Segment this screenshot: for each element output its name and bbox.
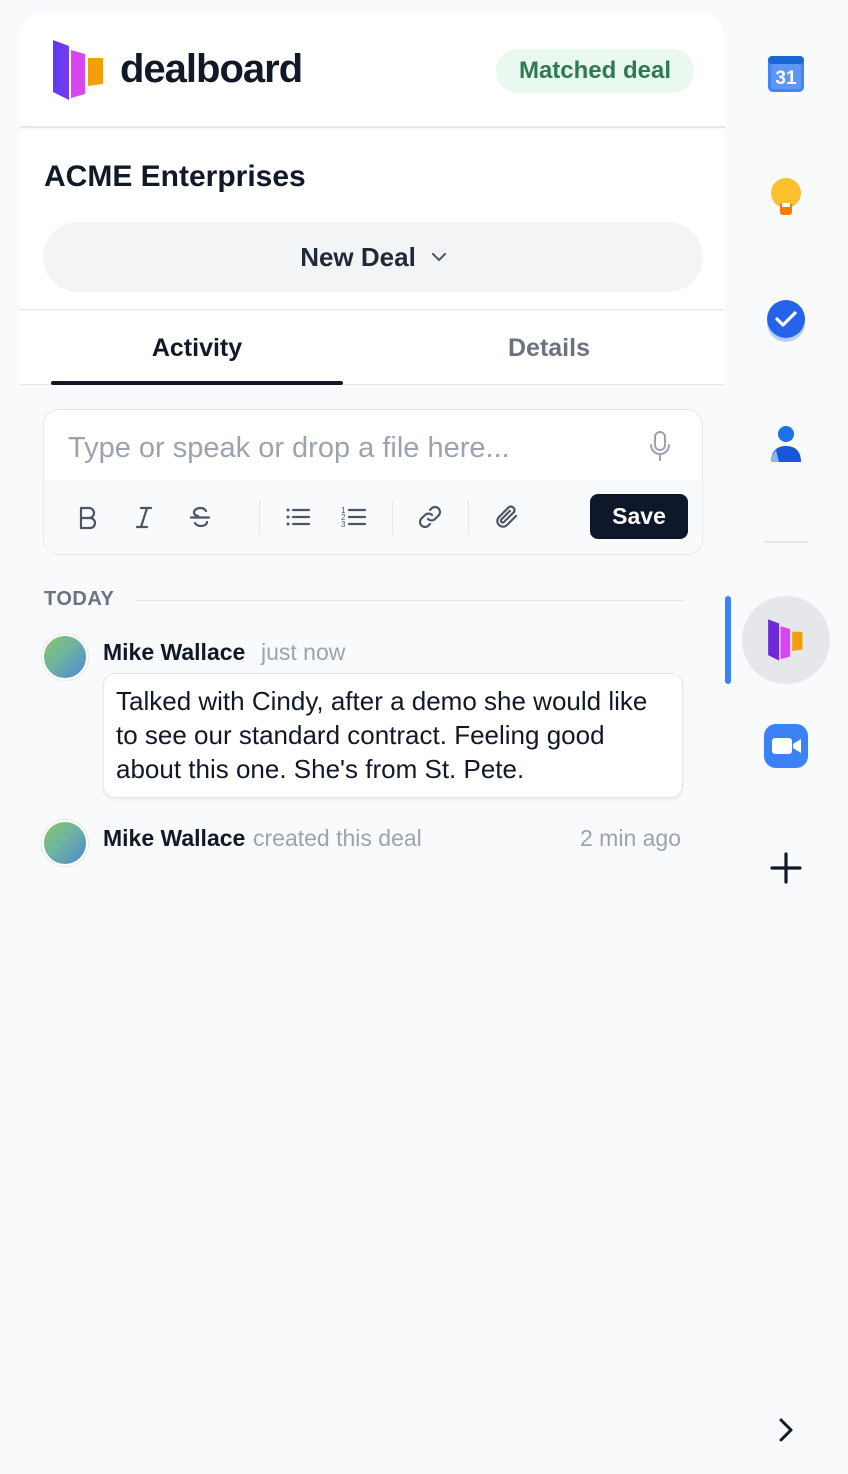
dealboard-logo-icon <box>53 40 103 100</box>
toolbar-divider <box>392 500 393 534</box>
avatar[interactable] <box>42 820 88 866</box>
zoom-icon <box>764 724 808 768</box>
add-icon <box>770 852 802 884</box>
note-editor: 123 Save <box>43 409 703 555</box>
matched-deal-badge: Matched deal <box>496 49 694 93</box>
toolbar-divider <box>259 500 260 534</box>
toolbar-divider <box>468 500 469 534</box>
panel-header: dealboard Matched deal <box>20 12 725 128</box>
italic-icon[interactable] <box>129 502 159 532</box>
deal-summary: ACME Enterprises New Deal <box>20 130 725 310</box>
microphone-icon[interactable] <box>648 430 672 462</box>
calendar-day: 31 <box>775 68 797 89</box>
brand-name: dealboard <box>120 47 303 91</box>
company-name: ACME Enterprises <box>44 160 306 193</box>
google-calendar-button[interactable]: 31 <box>766 52 806 94</box>
bold-icon[interactable] <box>72 502 102 532</box>
tab-activity[interactable]: Activity <box>51 311 343 385</box>
dealboard-app-button[interactable] <box>742 596 830 684</box>
entry-author[interactable]: Mike Wallace <box>103 825 245 852</box>
google-contacts-icon <box>771 426 801 462</box>
link-icon[interactable] <box>415 502 445 532</box>
save-button[interactable]: Save <box>590 494 688 539</box>
zoom-button[interactable] <box>764 724 808 768</box>
google-contacts-button[interactable] <box>768 424 804 464</box>
note-card[interactable]: Talked with Cindy, after a demo she woul… <box>103 673 683 798</box>
attachment-icon[interactable] <box>492 502 522 532</box>
rail-divider <box>764 541 808 543</box>
entry-timestamp: 2 min ago <box>580 825 682 851</box>
chevron-down-icon <box>431 252 446 261</box>
strikethrough-icon[interactable] <box>185 502 215 532</box>
bullet-list-icon[interactable] <box>283 502 313 532</box>
entry-author[interactable]: Mike Wallace <box>103 639 245 666</box>
app-root: dealboard Matched deal ACME Enterprises … <box>0 0 848 1474</box>
google-tasks-button[interactable] <box>765 299 807 343</box>
google-calendar-icon: 31 <box>768 56 804 92</box>
entry-action: created this deal <box>253 825 422 851</box>
tab-details[interactable]: Details <box>403 311 695 385</box>
numbered-list-icon[interactable]: 123 <box>339 502 369 532</box>
panel-tabs: Activity Details <box>20 311 725 385</box>
day-divider <box>134 600 684 601</box>
google-keep-icon <box>771 178 801 215</box>
day-header: TODAY <box>44 588 115 610</box>
add-app-button[interactable] <box>768 850 804 886</box>
active-app-indicator <box>725 596 731 684</box>
svg-text:3: 3 <box>341 520 346 529</box>
formatting-toolbar: 123 Save <box>45 480 701 554</box>
deal-stage-dropdown[interactable]: New Deal <box>43 222 703 292</box>
expand-rail-button[interactable] <box>772 1414 800 1446</box>
chevron-right-icon <box>779 1418 793 1442</box>
avatar[interactable] <box>42 634 88 680</box>
dealboard-icon <box>768 619 803 661</box>
google-tasks-icon <box>767 300 805 342</box>
deal-stage-label: New Deal <box>300 241 416 272</box>
google-keep-button[interactable] <box>768 176 804 220</box>
entry-timestamp: just now <box>261 639 346 665</box>
note-input[interactable] <box>68 428 628 468</box>
deal-panel: dealboard Matched deal ACME Enterprises … <box>20 12 725 1474</box>
